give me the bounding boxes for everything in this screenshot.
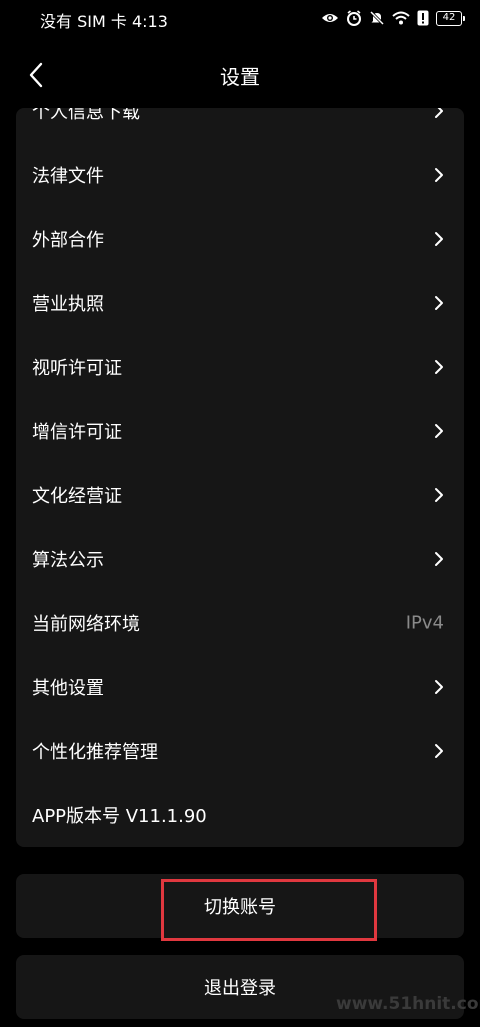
chevron-right-icon [435, 360, 443, 374]
alert-icon [417, 10, 429, 26]
settings-item-label: 其他设置 [32, 678, 104, 699]
chevron-right-icon [435, 552, 443, 566]
mute-icon [369, 10, 385, 26]
settings-item-label: 营业执照 [32, 294, 104, 315]
app-version-label: APP版本号 V11.1.90 [32, 806, 207, 827]
chevron-right-icon [435, 108, 443, 118]
settings-item-telecom-license[interactable]: 增信许可证 [16, 399, 464, 463]
status-text: 没有 SIM 卡 4:13 [40, 12, 168, 31]
settings-item-label: 文化经营证 [32, 486, 122, 507]
settings-item-personalized-recommendation[interactable]: 个性化推荐管理 [16, 719, 464, 783]
settings-item-legal-documents[interactable]: 法律文件 [16, 143, 464, 207]
settings-item-network-environment: 当前网络环境 IPv4 [16, 591, 464, 655]
chevron-right-icon [435, 744, 443, 758]
chevron-right-icon [435, 232, 443, 246]
battery-icon: 42 [436, 10, 465, 26]
chevron-right-icon [435, 424, 443, 438]
settings-item-label: 增信许可证 [32, 422, 122, 443]
watermark: www.51hnit.com [336, 994, 480, 1014]
switch-account-label: 切换账号 [204, 897, 276, 918]
settings-item-other-settings[interactable]: 其他设置 [16, 655, 464, 719]
header: 设置 [0, 50, 480, 98]
chevron-right-icon [435, 680, 443, 694]
alarm-icon [347, 10, 361, 26]
settings-item-av-license[interactable]: 视听许可证 [16, 335, 464, 399]
settings-item-external-cooperation[interactable]: 外部合作 [16, 207, 464, 271]
network-environment-value: IPv4 [405, 612, 444, 634]
settings-item-app-version: APP版本号 V11.1.90 [16, 783, 464, 847]
page-title: 设置 [220, 65, 260, 89]
settings-item-label: 法律文件 [32, 166, 104, 187]
settings-item-algorithm-disclosure[interactable]: 算法公示 [16, 527, 464, 591]
settings-card: 个人信息下载 法律文件 外部合作 营业执照 视听许可证 增信许可证 文化经营证 … [16, 108, 464, 847]
settings-item-label: 个人信息下载 [32, 108, 140, 123]
settings-item-label: 视听许可证 [32, 358, 122, 379]
status-icons: 42 [321, 8, 465, 28]
chevron-right-icon [435, 168, 443, 182]
status-bar: 没有 SIM 卡 4:13 42 [0, 0, 480, 38]
settings-item-label: 算法公示 [32, 550, 104, 571]
switch-account-button[interactable]: 切换账号 [16, 874, 464, 938]
wifi-icon [392, 11, 410, 25]
eye-icon [322, 14, 338, 22]
chevron-right-icon [435, 296, 443, 310]
settings-item-culture-license[interactable]: 文化经营证 [16, 463, 464, 527]
settings-item-label: 个性化推荐管理 [32, 742, 158, 763]
chevron-right-icon [435, 488, 443, 502]
settings-item-label: 外部合作 [32, 230, 104, 251]
settings-item-business-license[interactable]: 营业执照 [16, 271, 464, 335]
settings-item-label: 当前网络环境 [32, 614, 140, 635]
settings-item-personal-info-download[interactable]: 个人信息下载 [16, 108, 464, 143]
